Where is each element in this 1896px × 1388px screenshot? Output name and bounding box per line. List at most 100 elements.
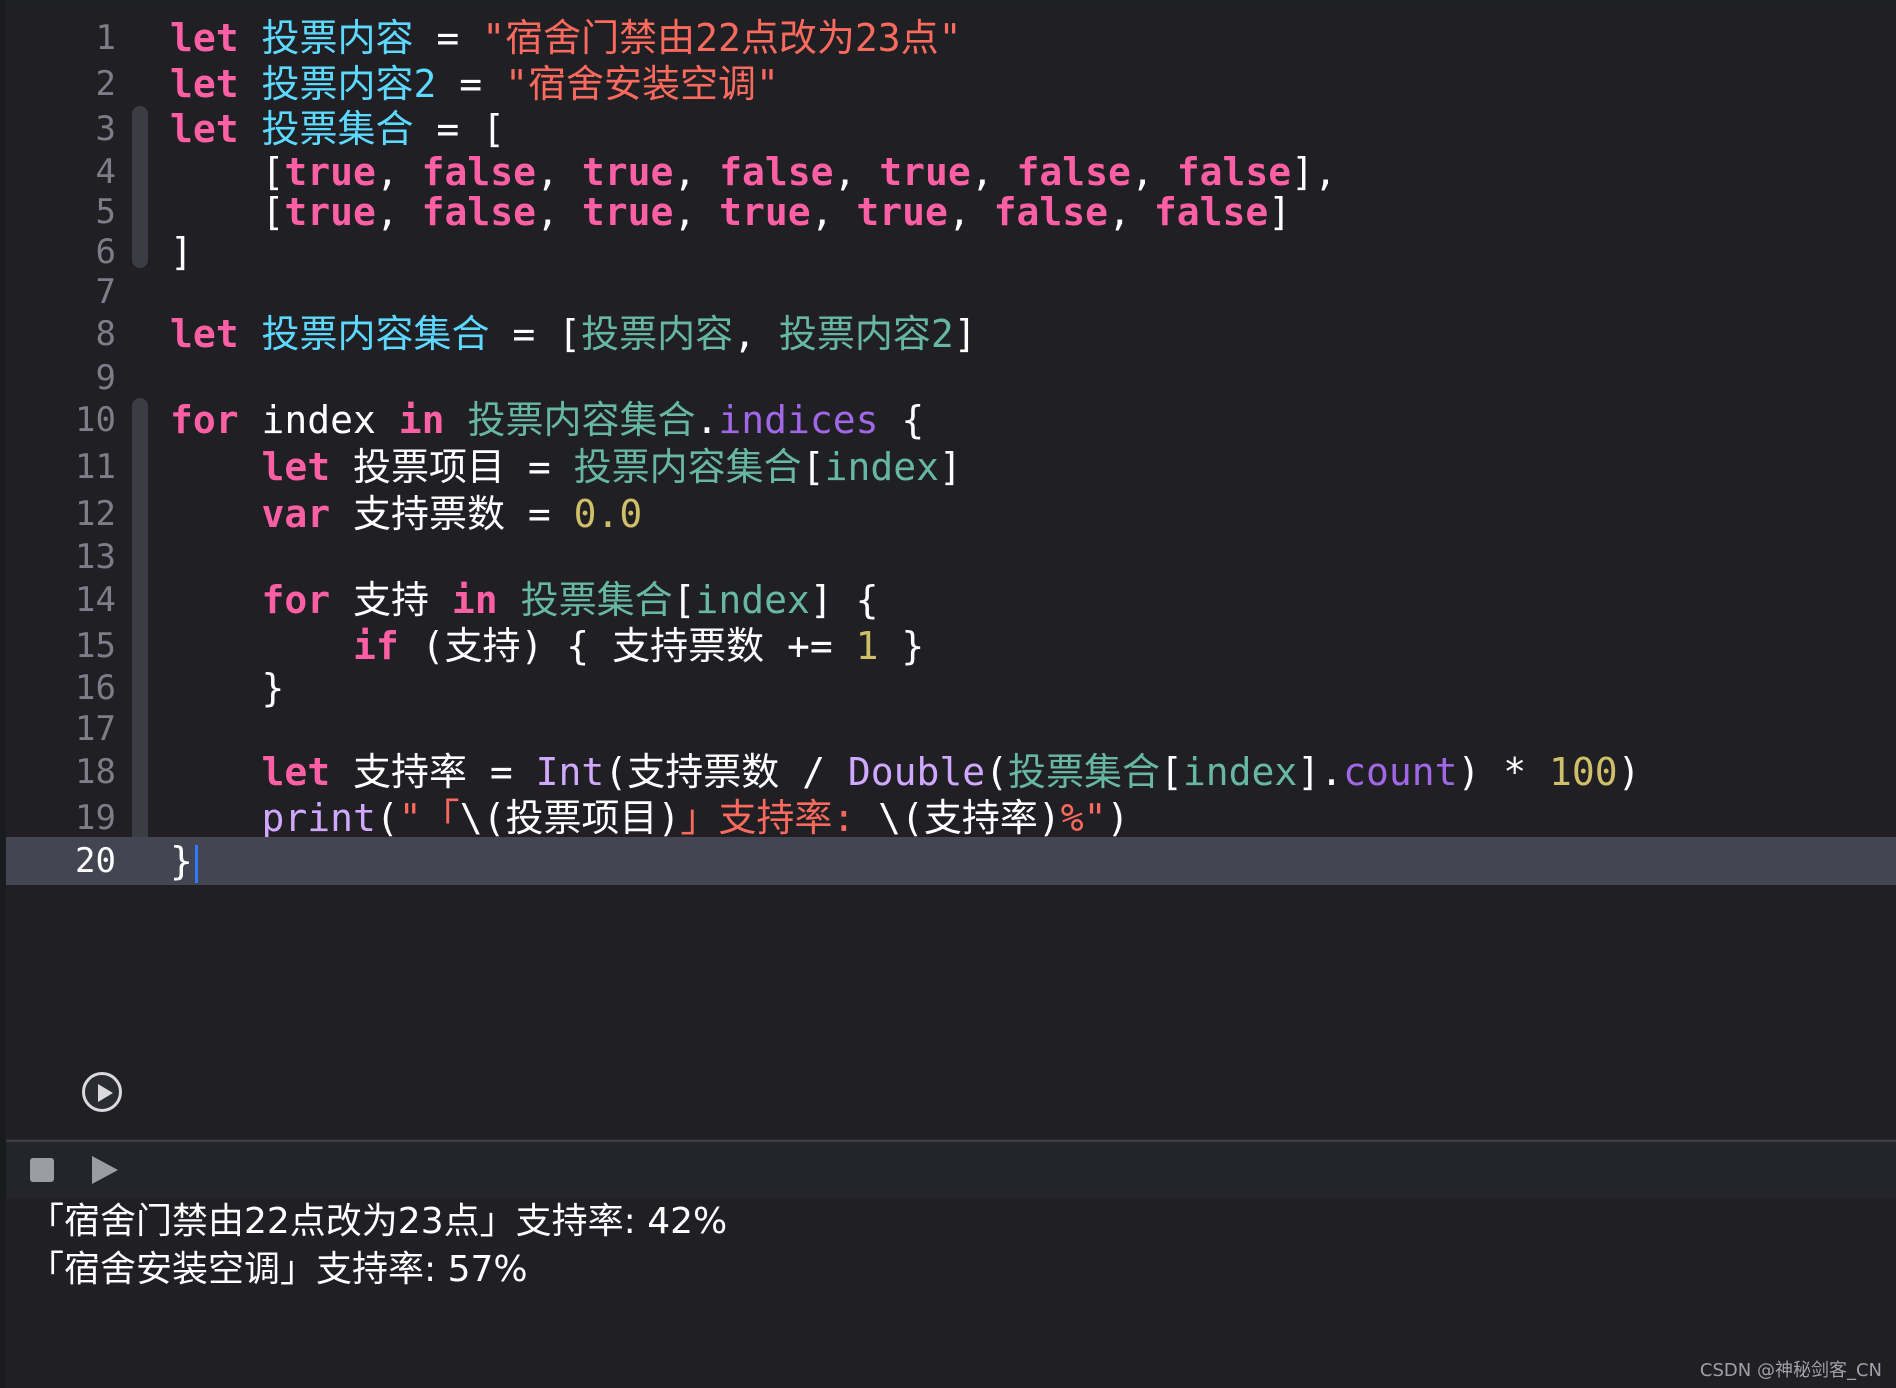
- code-text: for 支持 in 投票集合[index] {: [170, 576, 879, 624]
- code-line[interactable]: 18 let 支持率 = Int(支持票数 / Double(投票集合[inde…: [6, 748, 1896, 796]
- code-line[interactable]: 7: [6, 268, 1896, 316]
- code-token-plain: 支持票数 =: [330, 492, 574, 536]
- code-token-var: 投票内容: [581, 312, 734, 356]
- code-token-plain: ].: [1297, 750, 1344, 794]
- code-token-num: 0.0: [573, 492, 643, 536]
- code-token-kw: in: [398, 398, 445, 442]
- text-cursor: [194, 844, 198, 883]
- code-line-current[interactable]: 20}: [6, 837, 1896, 885]
- code-line[interactable]: 19 print("「\(投票项目)」支持率: \(支持率)%"): [6, 794, 1896, 842]
- code-token-kw: let: [261, 445, 331, 489]
- code-token-plain: 投票项目 =: [330, 445, 574, 489]
- code-token-plain: [: [801, 445, 825, 489]
- code-line[interactable]: 9: [6, 354, 1896, 402]
- code-token-str: "宿舍安装空调": [505, 62, 779, 106]
- code-line[interactable]: 17: [6, 705, 1896, 753]
- run-playground-button[interactable]: [82, 1072, 122, 1112]
- code-line[interactable]: 11 let 投票项目 = 投票内容集合[index]: [6, 443, 1896, 491]
- code-token-plain: [: [1160, 750, 1183, 794]
- code-token-var: 投票集合: [520, 578, 673, 622]
- code-token-kw: let: [170, 312, 239, 356]
- code-line[interactable]: 15 if (支持) { 支持票数 += 1 }: [6, 622, 1896, 670]
- code-token-plain: 支持: [330, 578, 452, 622]
- code-token-num: 1: [855, 624, 879, 668]
- code-token-kw: for: [261, 578, 331, 622]
- code-token-mem: count: [1343, 750, 1458, 794]
- code-token-plain: (支持) { 支持票数 +=: [398, 624, 856, 668]
- code-text: for index in 投票内容集合.indices {: [170, 396, 924, 444]
- code-token-var: 投票内容集合: [467, 398, 696, 442]
- code-token-plain: = [: [489, 312, 582, 356]
- code-text: if (支持) { 支持票数 += 1 }: [170, 622, 924, 670]
- code-token-plain: }: [170, 839, 193, 883]
- code-line[interactable]: 3 let 投票集合 = [: [6, 105, 1896, 153]
- code-token-typ: Int: [535, 750, 605, 794]
- code-editor[interactable]: 1 let 投票内容 = "宿舍门禁由22点改为23点" 2 let 投票内容2 = …: [6, 8, 1896, 1139]
- code-token-plain: ): [1617, 750, 1641, 794]
- code-token-decl: 投票内容: [261, 16, 414, 60]
- code-token-plain: \(支持率): [878, 796, 1061, 840]
- code-token-kw: for: [170, 398, 239, 442]
- line-number: 1: [95, 18, 116, 58]
- code-token-var: 投票集合: [1008, 750, 1161, 794]
- code-text: let 投票内容集合 = [投票内容, 投票内容2]: [170, 310, 977, 358]
- code-token-str: "宿舍门禁由22点改为23点": [482, 16, 962, 60]
- code-token-plain: (: [375, 796, 399, 840]
- line-number: 3: [95, 109, 116, 149]
- code-text: let 投票内容2 = "宿舍安装空调": [170, 60, 779, 108]
- code-line[interactable]: 10 for index in 投票内容集合.indices {: [6, 396, 1896, 444]
- code-token-decl: 投票内容集合: [261, 312, 490, 356]
- console-line-2: 「宿舍安装空调」支持率: 57%: [28, 1249, 528, 1290]
- line-number: 12: [75, 494, 116, 534]
- code-line[interactable]: 13: [6, 533, 1896, 581]
- code-line[interactable]: 8 let 投票内容集合 = [投票内容, 投票内容2]: [6, 310, 1896, 358]
- code-token-str: "「: [398, 796, 460, 840]
- line-number: 18: [75, 752, 116, 792]
- play-icon[interactable]: [92, 1156, 118, 1184]
- code-text: let 投票项目 = 投票内容集合[index]: [170, 443, 962, 491]
- code-token-plain: \(投票项目): [459, 796, 681, 840]
- code-token-kw: if: [353, 624, 399, 668]
- code-token-kw: let: [170, 107, 239, 151]
- code-token-plain: ): [1106, 796, 1130, 840]
- code-token-plain: (: [985, 750, 1008, 794]
- code-token-plain: ,: [733, 312, 779, 356]
- code-token-typ: Double: [847, 750, 986, 794]
- code-token-kw: var: [261, 492, 331, 536]
- line-number: 15: [75, 626, 116, 666]
- code-token-var: 投票内容2: [778, 312, 954, 356]
- console-line-1: 「宿舍门禁由22点改为23点」支持率: 42%: [28, 1201, 728, 1242]
- code-text: let 投票内容 = "宿舍门禁由22点改为23点": [170, 14, 961, 62]
- line-number: 9: [95, 358, 116, 398]
- watermark: CSDN @神秘剑客_CN: [1699, 1360, 1882, 1381]
- code-token-plain: }: [878, 624, 925, 668]
- code-line[interactable]: 2 let 投票内容2 = "宿舍安装空调": [6, 60, 1896, 108]
- code-text: var 支持票数 = 0.0: [170, 490, 643, 538]
- code-token-var: 投票内容集合: [573, 445, 802, 489]
- code-token-typ: print: [261, 796, 376, 840]
- code-token-kw: let: [261, 750, 331, 794]
- line-number: 7: [95, 272, 116, 312]
- code-line[interactable]: 14 for 支持 in 投票集合[index] {: [6, 576, 1896, 624]
- code-token-plain: }: [170, 666, 285, 710]
- code-token-str: 」支持率:: [680, 796, 879, 840]
- line-number: 2: [95, 64, 116, 104]
- debug-toolbar: [6, 1140, 1896, 1200]
- code-line[interactable]: 12 var 支持票数 = 0.0: [6, 490, 1896, 538]
- code-line[interactable]: 1 let 投票内容 = "宿舍门禁由22点改为23点": [6, 14, 1896, 62]
- console-output[interactable]: 「宿舍门禁由22点改为23点」支持率: 42% 「宿舍安装空调」支持率: 57%: [6, 1198, 1896, 1388]
- line-number: 20: [75, 841, 116, 881]
- stop-icon[interactable]: [30, 1158, 54, 1182]
- code-token-plain: (支持票数 /: [604, 750, 848, 794]
- code-token-plain: ]: [938, 445, 962, 489]
- code-token-kw: let: [170, 16, 239, 60]
- code-token-plain: [: [672, 578, 696, 622]
